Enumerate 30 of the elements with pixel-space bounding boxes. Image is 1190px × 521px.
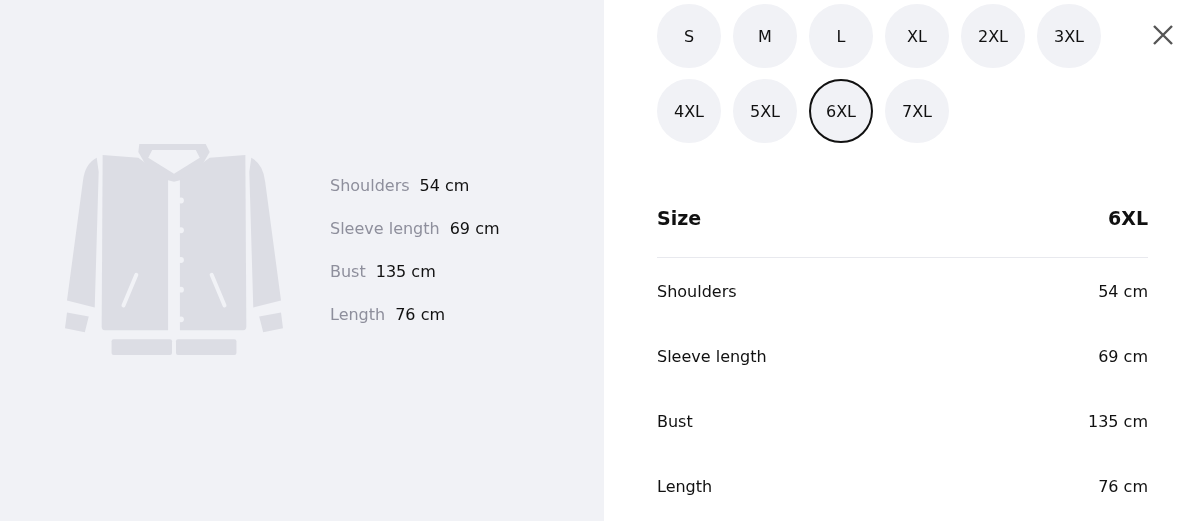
- measurement-value: 54 cm: [419, 175, 470, 197]
- size-option[interactable]: XL: [885, 4, 949, 68]
- size-option[interactable]: L: [809, 4, 873, 68]
- size-option[interactable]: 5XL: [733, 79, 797, 143]
- close-button[interactable]: [1153, 25, 1173, 45]
- size-value: 6XL: [1108, 207, 1148, 229]
- measurement-label: Length: [330, 304, 386, 326]
- measurement-label: Shoulders: [330, 175, 410, 197]
- measurement-label: Bust: [330, 261, 366, 283]
- close-icon: [1153, 25, 1173, 45]
- measurement-label: Length: [657, 475, 713, 498]
- measurement-value: 69 cm: [1098, 345, 1148, 368]
- measurement-label: Shoulders: [657, 280, 737, 303]
- measurement-value: 54 cm: [1098, 280, 1148, 303]
- measurement-value: 76 cm: [1098, 475, 1148, 498]
- measurement-label: Sleeve length: [330, 218, 440, 240]
- measurement-value: 76 cm: [395, 304, 445, 326]
- size-heading: Size: [657, 207, 702, 229]
- size-option[interactable]: S: [657, 4, 721, 68]
- size-option[interactable]: M: [733, 4, 797, 68]
- measurement-value: 135 cm: [1088, 410, 1148, 433]
- measurement-label: Sleeve length: [657, 345, 767, 368]
- size-option[interactable]: 2XL: [961, 4, 1025, 68]
- size-option[interactable]: 4XL: [657, 79, 721, 143]
- size-option[interactable]: 3XL: [1037, 4, 1101, 68]
- size-option[interactable]: 6XL: [809, 79, 873, 143]
- measurement-value: 135 cm: [375, 261, 436, 283]
- measurement-label: Bust: [657, 410, 693, 433]
- measurement-value: 69 cm: [449, 218, 500, 240]
- size-option[interactable]: 7XL: [885, 79, 949, 143]
